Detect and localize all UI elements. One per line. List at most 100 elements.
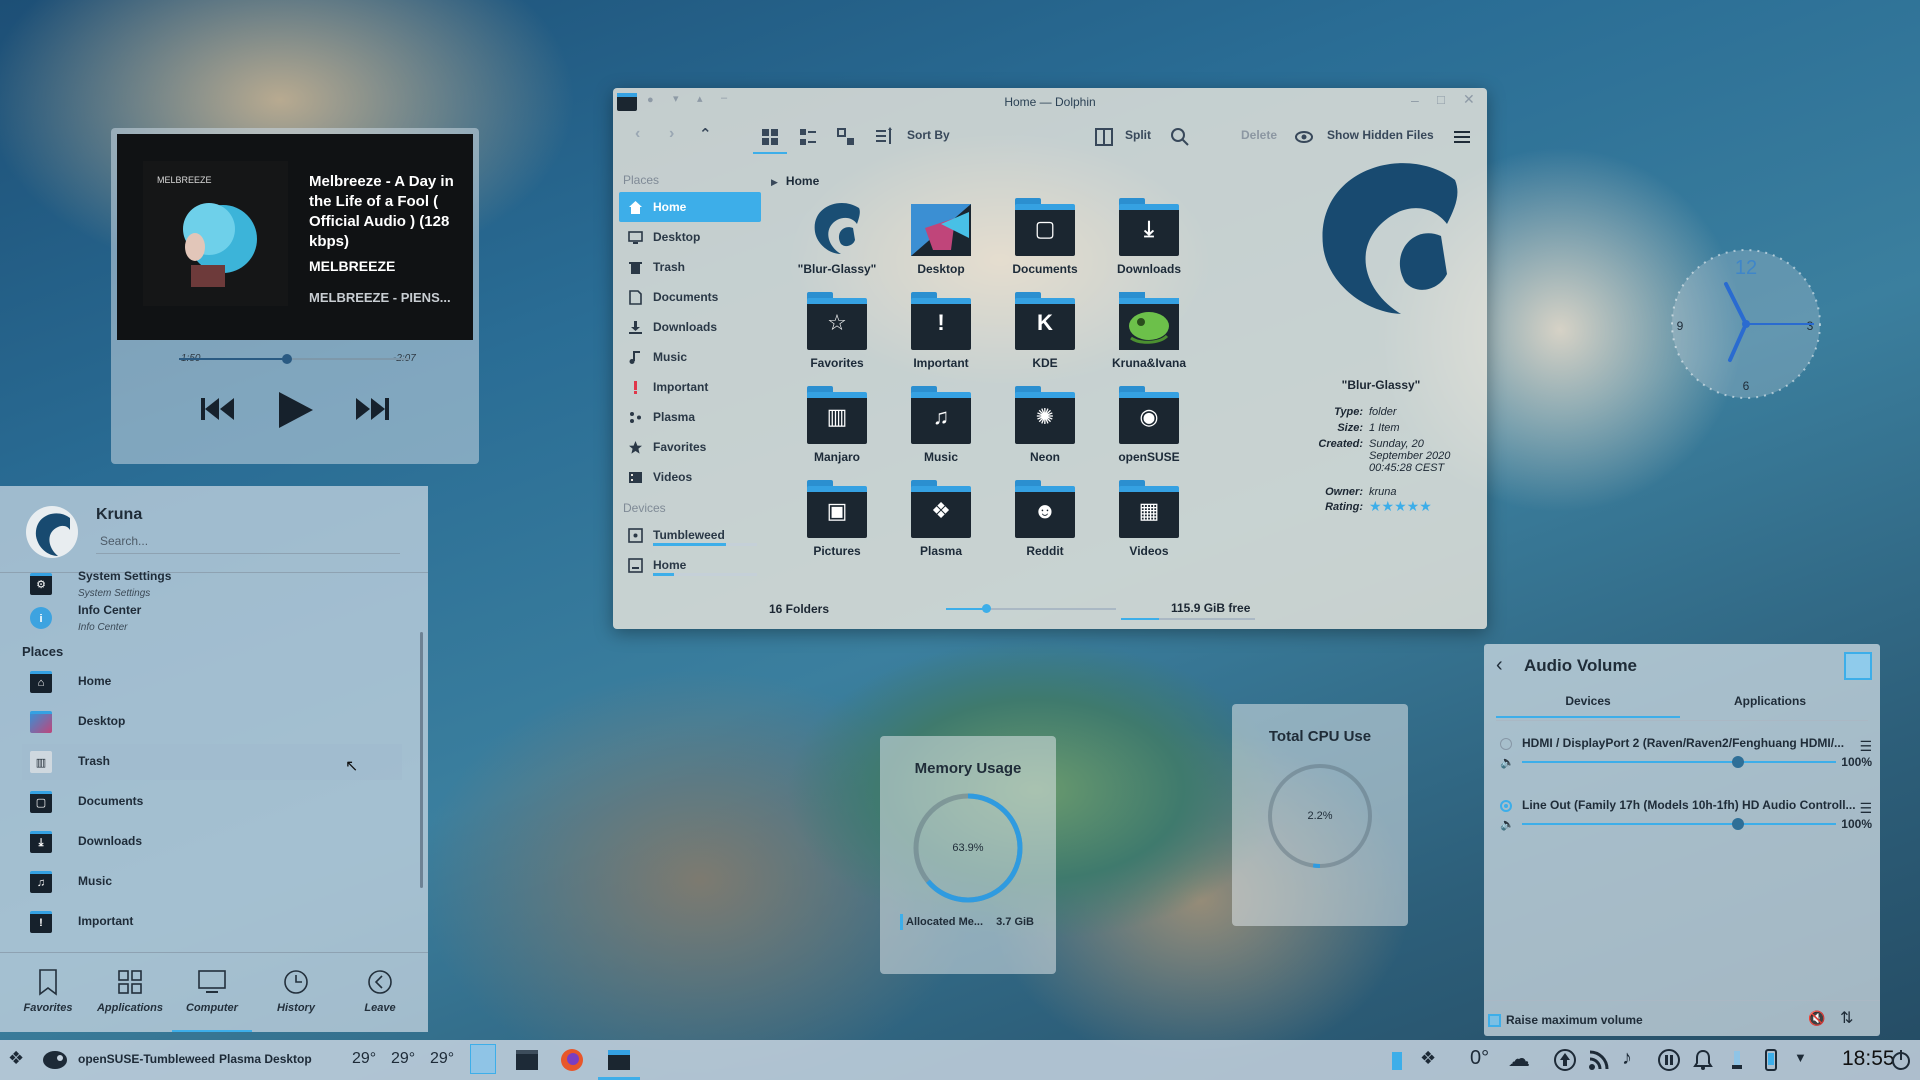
title-bar[interactable]: ● ▾ ▴ – Home — Dolphin – □ ✕ — [613, 88, 1487, 116]
speaker-icon[interactable]: 🔈 — [1500, 817, 1515, 831]
back-icon[interactable]: ‹ — [635, 125, 640, 143]
dolphin-task-icon[interactable] — [608, 1050, 630, 1070]
breadcrumb[interactable]: ▶ Home — [771, 174, 819, 188]
pin-icon[interactable] — [1844, 652, 1872, 680]
play-button[interactable] — [275, 390, 315, 430]
file-item-manjaro[interactable]: ▥ Manjaro — [785, 386, 889, 464]
terminal-task-icon[interactable] — [516, 1050, 538, 1070]
file-item-favorites[interactable]: ☆ Favorites — [785, 292, 889, 370]
bell-icon[interactable] — [1692, 1049, 1714, 1071]
sidebar-item-plasma[interactable]: Plasma — [619, 402, 761, 432]
sidebar-item-favorites[interactable]: Favorites — [619, 432, 761, 462]
launcher-place-music[interactable]: ♫ Music — [22, 864, 402, 900]
mixer-settings-icon[interactable]: ⇅ — [1840, 1008, 1853, 1028]
launcher-place-downloads[interactable]: ⤓ Downloads — [22, 824, 402, 860]
sidebar-item-home[interactable]: Home — [619, 192, 761, 222]
sidebar-item-downloads[interactable]: Downloads — [619, 312, 761, 342]
tab-favorites[interactable]: Favorites — [8, 968, 88, 1014]
file-item-music[interactable]: ♫ Music — [889, 386, 993, 464]
eye-icon[interactable] — [1293, 126, 1315, 148]
details-view-icon[interactable] — [835, 126, 857, 148]
launcher-place-desktop[interactable]: Desktop — [22, 704, 402, 740]
phone-icon[interactable] — [1760, 1049, 1782, 1071]
tray-expand-icon[interactable]: ▼ — [1794, 1050, 1807, 1065]
previous-button[interactable] — [201, 396, 235, 422]
tab-computer[interactable]: Computer — [172, 968, 252, 1032]
next-button[interactable] — [355, 396, 389, 422]
clock[interactable]: 18:55 — [1842, 1047, 1895, 1071]
delete-button[interactable]: Delete — [1241, 128, 1277, 142]
tab-history[interactable]: History — [256, 968, 336, 1014]
forward-icon[interactable]: › — [669, 125, 674, 143]
file-item-plasma[interactable]: ❖ Plasma — [889, 480, 993, 558]
compact-view-icon[interactable] — [797, 126, 819, 148]
icons-view-icon[interactable] — [759, 126, 781, 148]
sidebar-item-music[interactable]: Music — [619, 342, 761, 372]
tab-applications[interactable]: Applications — [1680, 694, 1860, 708]
file-item-kde[interactable]: K KDE — [993, 292, 1097, 370]
seek-bar[interactable] — [179, 354, 409, 364]
split-icon[interactable] — [1093, 126, 1115, 148]
power-icon[interactable] — [1890, 1049, 1912, 1071]
weather-temp[interactable]: 0° — [1470, 1047, 1489, 1070]
device-radio[interactable] — [1500, 800, 1512, 812]
file-item-desktop[interactable]: Desktop — [889, 198, 993, 276]
zoom-handle[interactable] — [982, 604, 991, 613]
file-item-documents[interactable]: ▢ Documents — [993, 198, 1097, 276]
launcher-scrollbar[interactable] — [420, 632, 423, 888]
launcher-place-documents[interactable]: ▢ Documents — [22, 784, 402, 820]
rating-stars[interactable]: ★★★★★ — [1369, 498, 1479, 515]
back-chevron-icon[interactable]: ‹ — [1496, 654, 1503, 677]
launcher-icon[interactable]: ❖ — [8, 1048, 24, 1069]
hamburger-menu-icon[interactable] — [1451, 126, 1473, 148]
rss-icon[interactable] — [1588, 1049, 1610, 1071]
launcher-app-info-center[interactable]: i Info Center Info Center — [22, 600, 402, 636]
close-icon[interactable]: ✕ — [1463, 91, 1475, 108]
device-menu-icon[interactable]: ☰ — [1859, 800, 1872, 817]
device-radio[interactable] — [1500, 738, 1512, 750]
launcher-place-home[interactable]: ⌂ Home — [22, 664, 402, 700]
maximize-icon[interactable]: □ — [1437, 92, 1445, 107]
cloud-icon[interactable]: ☁ — [1508, 1046, 1530, 1072]
raise-volume-checkbox[interactable] — [1488, 1014, 1501, 1027]
file-item-downloads[interactable]: ⤓ Downloads — [1097, 198, 1201, 276]
search-icon[interactable] — [1169, 126, 1191, 148]
tab-leave[interactable]: Leave — [340, 968, 420, 1014]
zoom-slider[interactable] — [946, 604, 1116, 613]
kde-connect-icon[interactable]: ❖ — [1420, 1048, 1436, 1069]
volume-slider[interactable] — [1522, 756, 1836, 768]
file-item-kruna-ivana[interactable]: Kruna&Ivana — [1097, 292, 1201, 370]
music-note-icon[interactable]: ♪ — [1622, 1047, 1632, 1070]
volume-handle[interactable] — [1732, 756, 1744, 768]
device-menu-icon[interactable]: ☰ — [1859, 738, 1872, 755]
minimize-icon[interactable]: – — [1411, 92, 1419, 108]
pause-icon[interactable] — [1658, 1049, 1680, 1071]
breadcrumb-home[interactable]: Home — [786, 174, 819, 188]
launcher-app-system-settings[interactable]: ⚙ System Settings System Settings — [22, 566, 402, 602]
mute-speaker-icon[interactable]: 🔇 — [1808, 1010, 1825, 1027]
file-item-pictures[interactable]: ▣ Pictures — [785, 480, 889, 558]
file-item-neon[interactable]: ✺ Neon — [993, 386, 1097, 464]
launcher-place-important[interactable]: ! Important — [22, 904, 402, 940]
volume-slider[interactable] — [1522, 818, 1836, 830]
sidebar-item-trash[interactable]: Trash — [619, 252, 761, 282]
volume-handle[interactable] — [1732, 818, 1744, 830]
device-home[interactable]: Home — [619, 550, 761, 580]
sidebar-item-videos[interactable]: Videos — [619, 462, 761, 492]
up-icon[interactable]: ⌃ — [699, 125, 712, 143]
file-item-important[interactable]: ! Important — [889, 292, 993, 370]
sidebar-item-important[interactable]: Important — [619, 372, 761, 402]
tab-applications[interactable]: Applications — [90, 968, 170, 1014]
volume-tray-icon[interactable] — [1726, 1049, 1748, 1071]
file-item-blur-glassy[interactable]: "Blur-Glassy" — [785, 198, 889, 276]
sort-icon[interactable] — [873, 126, 895, 148]
seek-handle[interactable] — [282, 354, 293, 364]
sidebar-item-desktop[interactable]: Desktop — [619, 222, 761, 252]
virtual-desktop-pager[interactable] — [470, 1044, 496, 1074]
file-item-videos[interactable]: ▦ Videos — [1097, 480, 1201, 558]
device-tumbleweed[interactable]: Tumbleweed — [619, 520, 761, 550]
sidebar-item-documents[interactable]: Documents — [619, 282, 761, 312]
search-input[interactable]: Search... — [96, 532, 400, 554]
firefox-icon[interactable] — [560, 1048, 584, 1072]
show-hidden-files-button[interactable]: Show Hidden Files — [1327, 128, 1434, 142]
